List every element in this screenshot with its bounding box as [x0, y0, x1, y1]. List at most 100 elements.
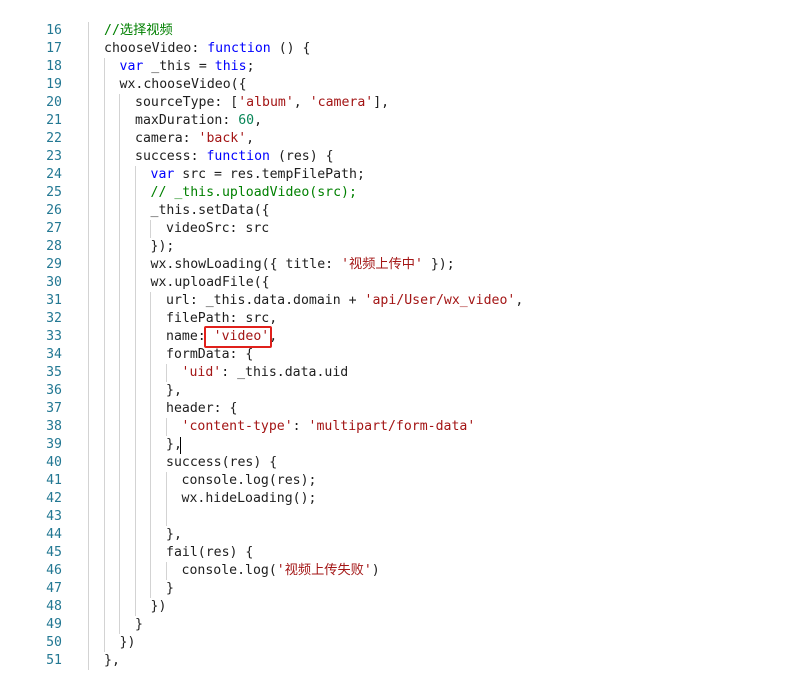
indent-guide [165, 364, 167, 382]
indent-guide [119, 274, 120, 292]
indent-guide [88, 580, 89, 598]
indent-guide [88, 508, 89, 526]
code-line[interactable]: 45 fail(res) { [0, 544, 786, 562]
line-number: 25 [46, 185, 62, 200]
code-line[interactable]: 23 success: function (res) { [0, 148, 786, 166]
line-number: 18 [46, 59, 62, 74]
code-token: }) [119, 635, 136, 650]
code-token: // _this.uploadVideo(src); [150, 185, 357, 200]
indent-guide [119, 616, 120, 634]
indent-guide [150, 472, 151, 490]
indent-guide [134, 508, 136, 526]
indent-guide [150, 328, 151, 346]
indent-guide [88, 382, 89, 400]
indent-guide [150, 454, 151, 472]
code-line[interactable]: 30 wx.uploadFile({ [0, 274, 786, 292]
code-line[interactable]: 41 console.log(res); [0, 472, 786, 490]
code-line[interactable]: 21 maxDuration: 60, [0, 112, 786, 130]
code-token: }, [166, 383, 182, 398]
code-line[interactable]: 33 name: 'video', [0, 328, 786, 346]
code-line[interactable]: 42 wx.hideLoading(); [0, 490, 786, 508]
code-token: 60 [238, 113, 255, 128]
indent-guide [119, 202, 120, 220]
indent-guide [150, 526, 151, 544]
code-line[interactable]: 28}); [0, 238, 786, 256]
code-line[interactable]: 46 console.log('视频上传失败') [0, 562, 786, 580]
indent-guide [134, 544, 136, 562]
line-number: 38 [46, 419, 62, 434]
code-line[interactable]: 34 formData: { [0, 346, 786, 364]
indent-guide [134, 202, 136, 220]
code-line[interactable]: 51}, [0, 652, 786, 670]
line-number: 36 [46, 383, 62, 398]
code-line[interactable]: 43 [0, 508, 786, 526]
code-line[interactable]: 39}, [0, 436, 786, 454]
code-line[interactable]: 24 var src = res.tempFilePath; [0, 166, 786, 184]
indent-guide [119, 130, 120, 148]
indent-guide [119, 562, 120, 580]
indent-guide [119, 184, 120, 202]
code-token: : [292, 419, 309, 434]
code-token: function [207, 41, 271, 56]
code-line[interactable]: 27 videoSrc: src [0, 220, 786, 238]
code-line[interactable]: 49} [0, 616, 786, 634]
indent-guide [88, 202, 89, 220]
code-text: //选择视频 [104, 22, 173, 40]
indent-guide [103, 292, 105, 310]
indent-guide [119, 256, 120, 274]
indent-guide [88, 112, 89, 130]
line-number: 35 [46, 365, 62, 380]
text-cursor [180, 437, 181, 454]
code-line[interactable]: 29 wx.showLoading({ title: '视频上传中' }); [0, 256, 786, 274]
code-line[interactable]: 18 var _this = this; [0, 58, 786, 76]
code-line[interactable]: 48}) [0, 598, 786, 616]
code-line[interactable]: 40 success(res) { [0, 454, 786, 472]
code-line[interactable]: 17 chooseVideo: function () { [0, 40, 786, 58]
code-line[interactable]: 36}, [0, 382, 786, 400]
code-line[interactable]: 50}) [0, 634, 786, 652]
indent-guide [103, 562, 105, 580]
indent-guide [103, 490, 105, 508]
indent-guide [88, 58, 89, 76]
code-line[interactable]: 20 sourceType: ['album', 'camera'], [0, 94, 786, 112]
indent-guide [119, 166, 120, 184]
code-token: var [119, 59, 144, 74]
indent-guide [134, 382, 136, 400]
code-line[interactable]: 37 header: { [0, 400, 786, 418]
code-editor[interactable]: 16 //选择视频 17 chooseVideo: function () {18 va… [0, 0, 786, 685]
indent-guide [119, 94, 120, 112]
code-text: videoSrc: src [166, 220, 269, 238]
code-line[interactable]: 32 filePath: src, [0, 310, 786, 328]
code-line[interactable]: 19 wx.chooseVideo({ [0, 76, 786, 94]
indent-guide [134, 580, 136, 598]
code-line[interactable]: 47} [0, 580, 786, 598]
indent-guide [88, 148, 89, 166]
code-token: 'api/User/wx_video' [364, 293, 516, 308]
indent-guide [119, 382, 120, 400]
code-line[interactable]: 16 //选择视频 [0, 22, 786, 40]
indent-guide [88, 310, 89, 328]
code-token: wx.uploadFile({ [150, 275, 270, 290]
code-token: '视频上传失败' [276, 563, 372, 578]
indent-guide [88, 184, 89, 202]
code-line[interactable]: 38 'content-type': 'multipart/form-data' [0, 418, 786, 436]
code-token: 'camera' [309, 95, 374, 110]
code-line[interactable]: 25 // _this.uploadVideo(src); [0, 184, 786, 202]
code-text: wx.hideLoading(); [182, 490, 317, 508]
line-number: 46 [46, 563, 62, 578]
indent-guide [88, 166, 89, 184]
code-line[interactable]: 22 camera: 'back', [0, 130, 786, 148]
code-line[interactable]: 31 url: _this.data.domain + 'api/User/wx_… [0, 292, 786, 310]
code-token: wx.chooseVideo({ [119, 77, 247, 92]
indent-guide [88, 274, 89, 292]
code-line[interactable]: 26 _this.setData({ [0, 202, 786, 220]
code-line[interactable]: 44}, [0, 526, 786, 544]
indent-guide [103, 76, 105, 94]
indent-guide [119, 454, 120, 472]
code-text: 'content-type': 'multipart/form-data' [182, 418, 476, 436]
code-line[interactable]: 35 'uid': _this.data.uid [0, 364, 786, 382]
indent-guide [134, 292, 136, 310]
indent-guide [103, 364, 105, 382]
indent-guide [165, 418, 167, 436]
indent-guide [134, 472, 136, 490]
